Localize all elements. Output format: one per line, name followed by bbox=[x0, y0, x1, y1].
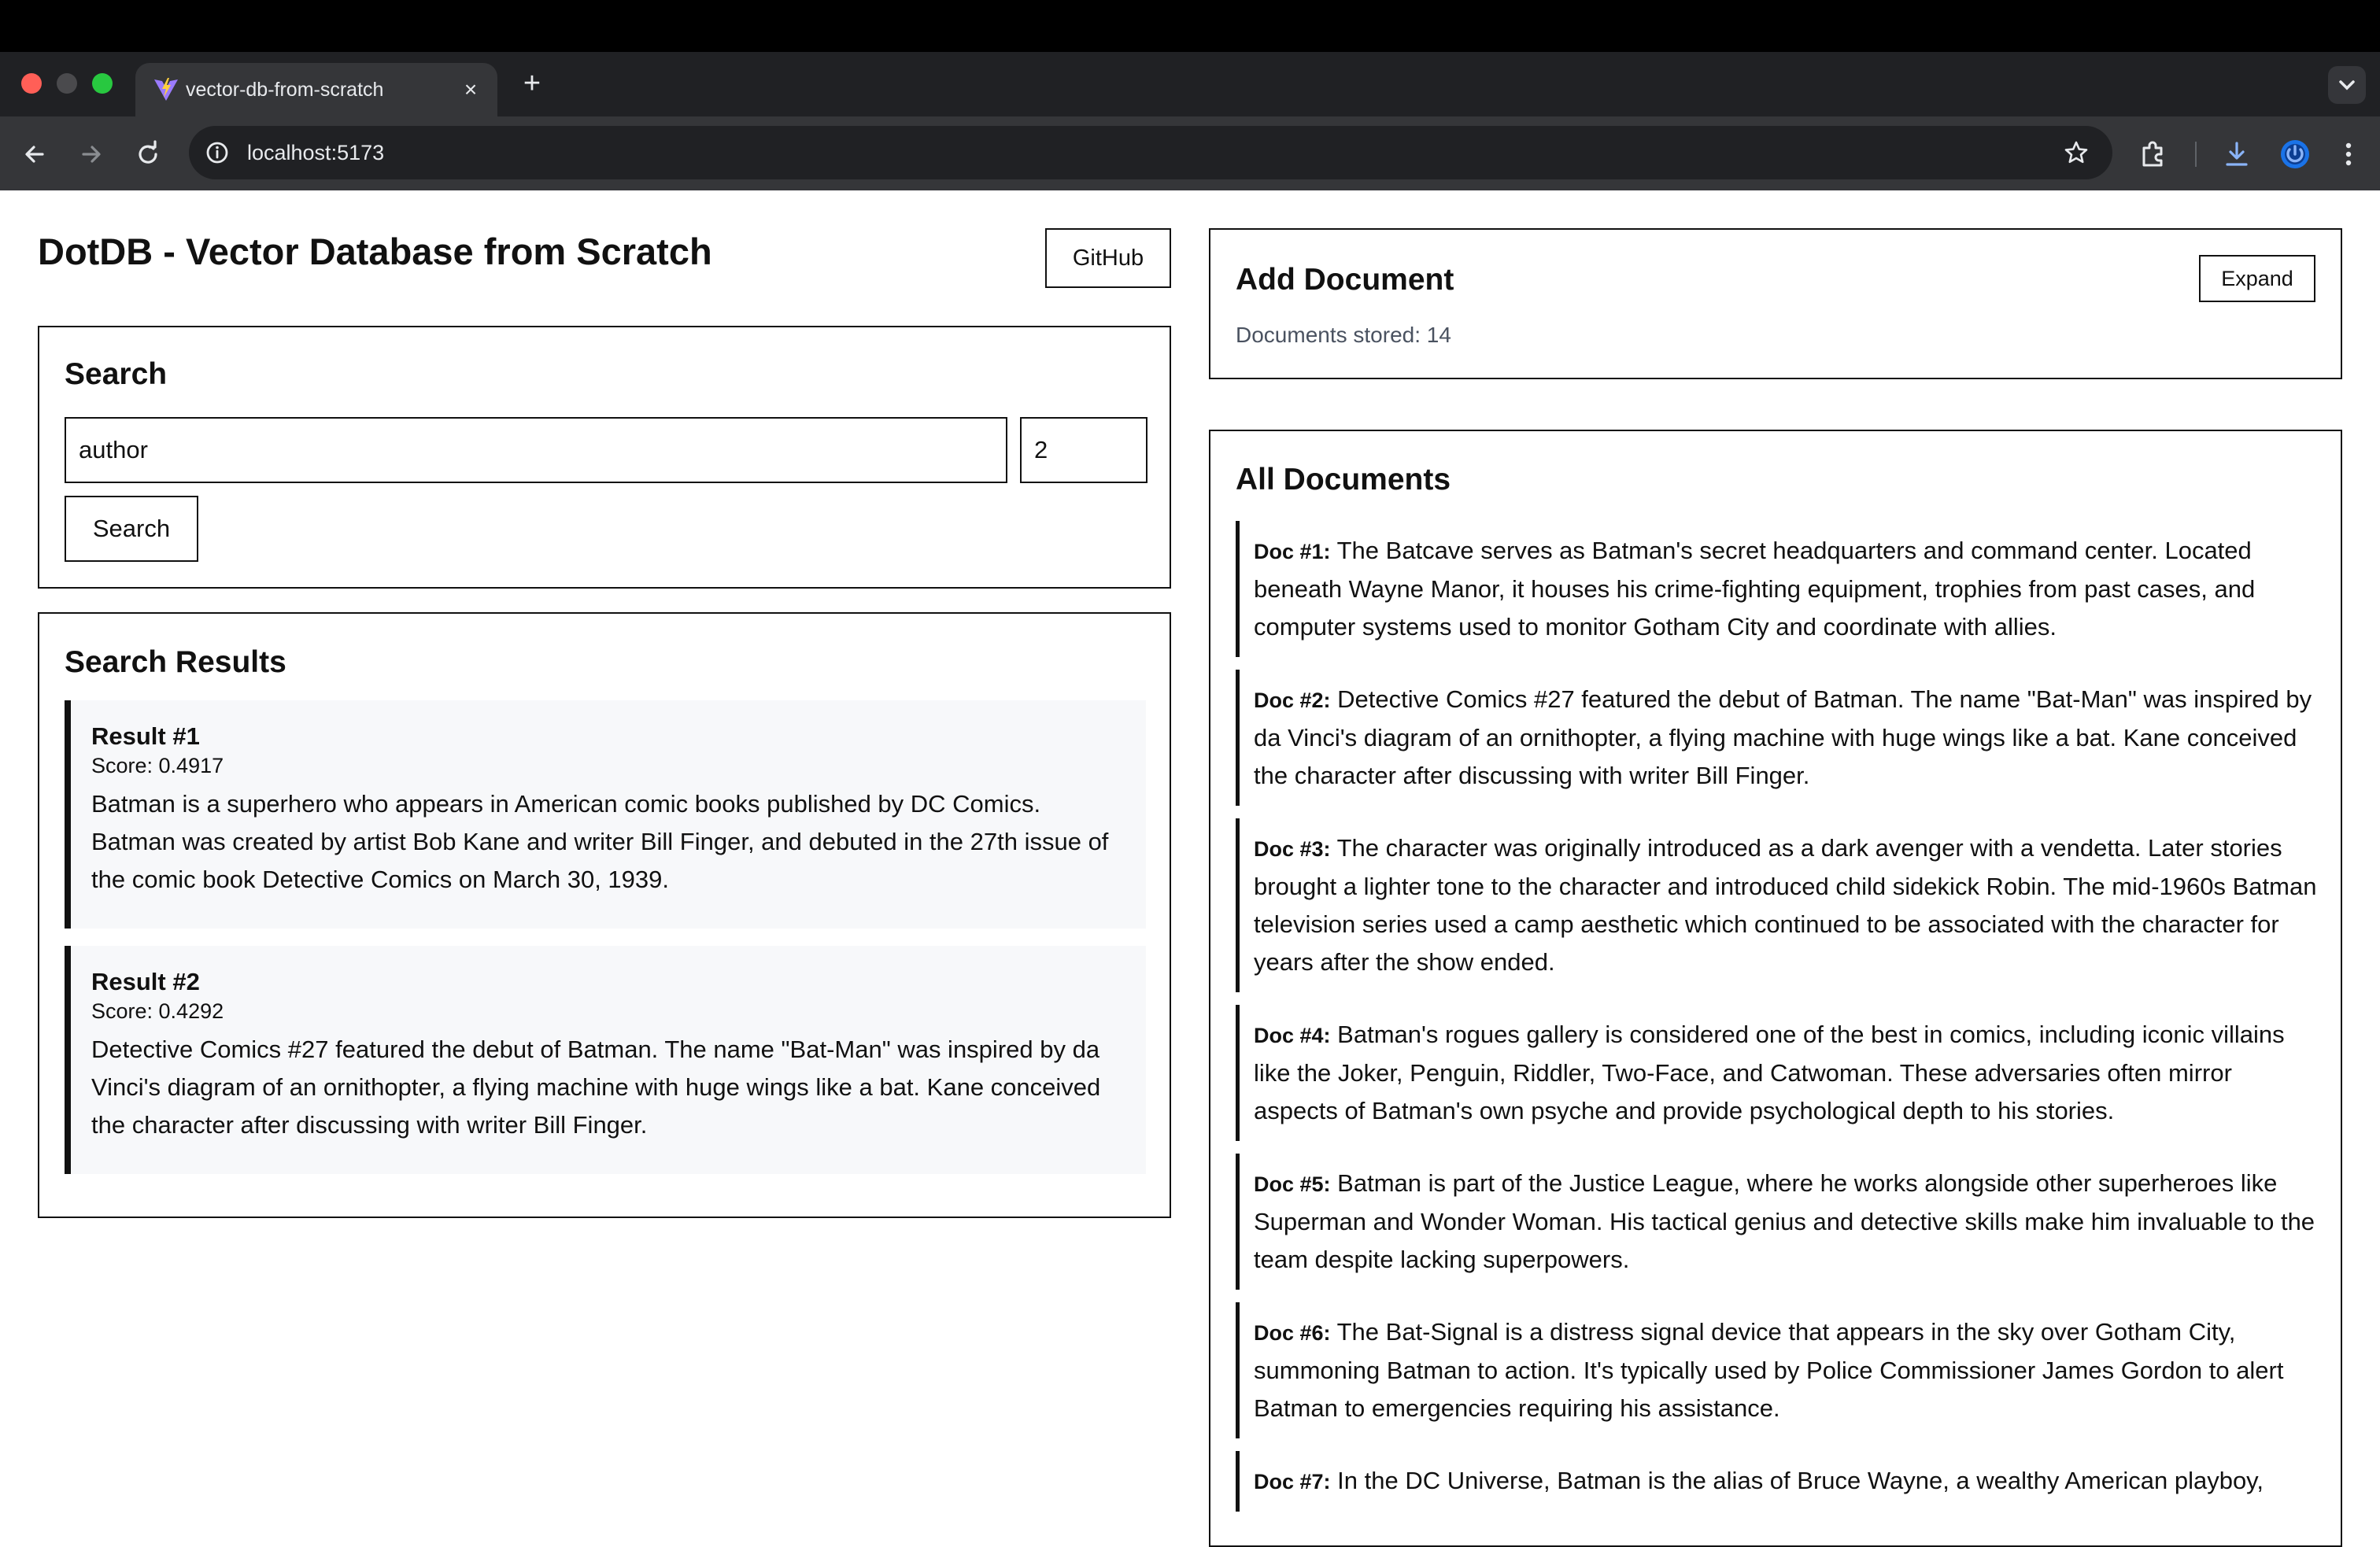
reload-icon[interactable] bbox=[132, 138, 164, 170]
download-icon[interactable] bbox=[2219, 137, 2254, 172]
document-text: In the DC Universe, Batman is the alias … bbox=[1337, 1467, 2264, 1494]
tab-search-button[interactable] bbox=[2328, 66, 2366, 104]
document-item: Doc #3: The character was originally int… bbox=[1236, 818, 2317, 992]
search-heading: Search bbox=[65, 357, 168, 391]
document-label: Doc #5: bbox=[1254, 1172, 1331, 1196]
document-item: Doc #6: The Bat-Signal is a distress sig… bbox=[1236, 1302, 2317, 1438]
page-content: DotDB - Vector Database from Scratch Git… bbox=[0, 190, 2380, 1547]
add-document-panel: Add Document Documents stored: 14 bbox=[1209, 228, 2342, 379]
search-input[interactable] bbox=[65, 417, 1007, 483]
search-panel: Search Search bbox=[38, 326, 1171, 589]
document-label: Doc #6: bbox=[1254, 1321, 1331, 1345]
result-card: Result #1 Score: 0.4917 Batman is a supe… bbox=[65, 700, 1146, 929]
result-text: Detective Comics #27 featured the debut … bbox=[91, 1036, 1101, 1139]
documents-stored-count: Documents stored: 14 bbox=[1236, 323, 1451, 347]
back-arrow-icon[interactable] bbox=[19, 138, 50, 170]
vite-logo-icon bbox=[154, 78, 178, 101]
document-item: Doc #2: Detective Comics #27 featured th… bbox=[1236, 670, 2317, 806]
browser-tab[interactable]: vector-db-from-scratch × bbox=[135, 63, 497, 116]
toolbar-separator bbox=[2195, 142, 2197, 167]
bookmark-star-icon[interactable] bbox=[2062, 138, 2090, 167]
result-score: Score: 0.4292 bbox=[91, 999, 224, 1023]
window-close-button[interactable] bbox=[21, 73, 42, 94]
search-button[interactable]: Search bbox=[65, 496, 198, 562]
all-documents-heading: All Documents bbox=[1236, 463, 1451, 497]
document-label: Doc #1: bbox=[1254, 540, 1331, 563]
document-item: Doc #7: In the DC Universe, Batman is th… bbox=[1236, 1451, 2317, 1512]
document-label: Doc #7: bbox=[1254, 1470, 1331, 1493]
add-document-heading: Add Document bbox=[1236, 263, 1454, 297]
url-text: localhost:5173 bbox=[247, 141, 385, 164]
document-item: Doc #5: Batman is part of the Justice Le… bbox=[1236, 1154, 2317, 1290]
result-title: Result #1 bbox=[91, 722, 200, 750]
document-text: Batman is part of the Justice League, wh… bbox=[1254, 1169, 2315, 1273]
document-text: The Bat-Signal is a distress signal devi… bbox=[1254, 1318, 2284, 1422]
search-results-panel: Search Results Result #1 Score: 0.4917 B… bbox=[38, 612, 1171, 1218]
extensions-icon[interactable] bbox=[2136, 137, 2171, 172]
document-list: Doc #1: The Batcave serves as Batman's s… bbox=[1236, 521, 2317, 1524]
document-text: The character was originally introduced … bbox=[1254, 834, 2317, 976]
document-label: Doc #4: bbox=[1254, 1024, 1331, 1047]
result-count-input[interactable] bbox=[1020, 417, 1148, 483]
address-bar[interactable]: localhost:5173 bbox=[189, 126, 2112, 179]
result-text: Batman is a superhero who appears in Ame… bbox=[91, 790, 1109, 893]
document-text: The Batcave serves as Batman's secret he… bbox=[1254, 537, 2256, 641]
forward-arrow-icon[interactable] bbox=[76, 138, 107, 170]
all-documents-panel: All Documents Doc #1: The Batcave serves… bbox=[1209, 430, 2342, 1547]
document-item: Doc #1: The Batcave serves as Batman's s… bbox=[1236, 521, 2317, 657]
window-zoom-button[interactable] bbox=[92, 73, 113, 94]
document-item: Doc #4: Batman's rogues gallery is consi… bbox=[1236, 1005, 2317, 1141]
profile-avatar-icon[interactable] bbox=[2278, 137, 2312, 172]
chevron-down-icon bbox=[2339, 80, 2355, 90]
page-title: DotDB - Vector Database from Scratch bbox=[38, 231, 712, 272]
result-card: Result #2 Score: 0.4292 Detective Comics… bbox=[65, 946, 1146, 1174]
document-label: Doc #2: bbox=[1254, 689, 1331, 712]
new-tab-icon[interactable]: + bbox=[516, 68, 548, 99]
close-tab-icon[interactable]: × bbox=[456, 76, 485, 104]
more-menu-icon[interactable] bbox=[2331, 137, 2366, 172]
document-text: Batman's rogues gallery is considered on… bbox=[1254, 1021, 2285, 1124]
expand-button[interactable]: Expand bbox=[2199, 255, 2315, 302]
document-label: Doc #3: bbox=[1254, 837, 1331, 861]
window-minimize-button[interactable] bbox=[57, 73, 77, 94]
site-info-icon[interactable] bbox=[203, 138, 231, 167]
result-title: Result #2 bbox=[91, 968, 200, 995]
tab-title: vector-db-from-scratch bbox=[186, 79, 384, 101]
result-score: Score: 0.4917 bbox=[91, 754, 224, 777]
search-results-heading: Search Results bbox=[65, 645, 286, 679]
os-top-bar bbox=[0, 0, 2380, 52]
document-text: Detective Comics #27 featured the debut … bbox=[1254, 685, 2312, 789]
github-button[interactable]: GitHub bbox=[1045, 228, 1171, 288]
